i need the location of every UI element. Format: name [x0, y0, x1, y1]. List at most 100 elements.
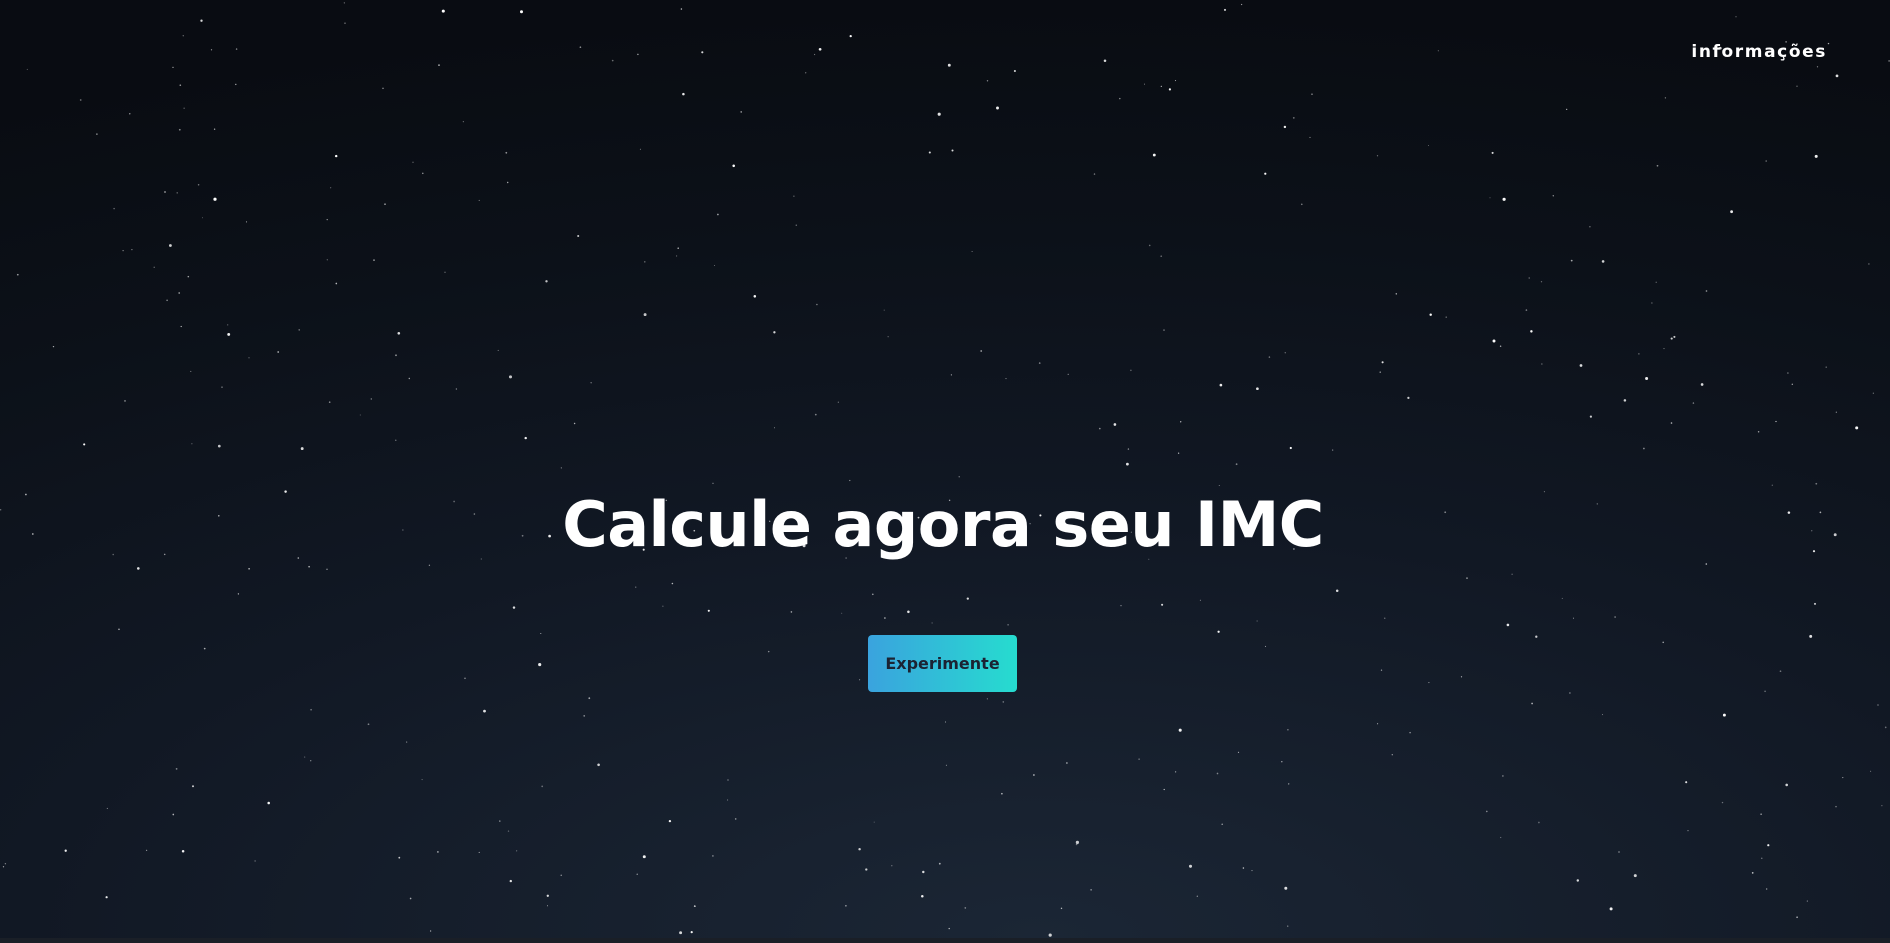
star	[1572, 617, 1575, 619]
star	[1007, 623, 1009, 626]
star	[153, 266, 155, 268]
star	[1538, 821, 1540, 824]
star	[344, 22, 346, 24]
star	[1662, 641, 1664, 644]
star	[429, 930, 432, 932]
star	[712, 482, 714, 484]
star	[310, 708, 312, 711]
star	[395, 439, 397, 441]
star	[818, 47, 822, 51]
star	[643, 313, 647, 317]
star	[1502, 197, 1506, 201]
star	[816, 303, 818, 306]
star	[805, 72, 807, 74]
star	[560, 467, 562, 469]
star	[1127, 448, 1130, 450]
star	[1067, 373, 1069, 376]
star	[1002, 701, 1005, 703]
star	[928, 151, 931, 154]
star	[1174, 771, 1177, 773]
star	[814, 53, 816, 56]
star	[1437, 50, 1439, 52]
star	[328, 401, 331, 403]
star	[937, 112, 941, 116]
star	[191, 785, 195, 788]
star	[1075, 843, 1078, 846]
star	[945, 764, 947, 766]
star	[1601, 260, 1605, 263]
star	[406, 741, 408, 743]
star	[395, 354, 397, 357]
nav-link-informacoes[interactable]: informações	[1691, 42, 1827, 62]
star	[635, 586, 637, 588]
star	[1113, 423, 1117, 426]
star	[1090, 889, 1092, 891]
star	[52, 345, 55, 348]
star	[662, 605, 664, 607]
star	[179, 84, 182, 86]
star	[373, 259, 375, 261]
star	[508, 375, 513, 379]
star	[1223, 8, 1227, 11]
star	[1466, 577, 1468, 579]
star	[573, 422, 576, 425]
star	[891, 865, 893, 867]
star	[497, 349, 499, 351]
star	[883, 309, 885, 311]
star	[1407, 396, 1410, 400]
star	[462, 121, 464, 123]
star	[682, 92, 685, 96]
star	[560, 874, 562, 876]
star	[1126, 462, 1129, 466]
star	[1332, 449, 1334, 451]
star	[1651, 302, 1653, 304]
star	[483, 709, 486, 713]
star	[1814, 154, 1818, 158]
star	[1144, 83, 1145, 85]
star	[583, 715, 586, 717]
star	[1645, 377, 1649, 380]
star	[1287, 925, 1289, 927]
star	[1188, 864, 1193, 868]
star	[1048, 933, 1052, 937]
star	[1284, 886, 1288, 890]
star	[2, 866, 5, 868]
star	[1381, 361, 1384, 364]
star	[1705, 563, 1708, 565]
star	[1872, 392, 1874, 394]
star	[1264, 172, 1267, 175]
star	[507, 830, 510, 832]
star	[1813, 602, 1817, 605]
star	[1855, 426, 1859, 430]
star	[1251, 870, 1253, 872]
star	[168, 244, 172, 247]
star	[1256, 387, 1259, 391]
experimente-button[interactable]: Experimente	[868, 635, 1017, 692]
star	[1289, 446, 1292, 450]
star	[113, 207, 115, 210]
star	[713, 264, 716, 267]
star	[516, 850, 518, 852]
star	[1614, 616, 1616, 618]
star	[1506, 623, 1510, 627]
star	[1180, 421, 1182, 423]
star	[334, 154, 338, 158]
star	[1530, 330, 1533, 333]
star	[951, 149, 954, 152]
star	[1541, 363, 1543, 365]
star	[1288, 783, 1290, 785]
star	[180, 325, 182, 328]
star	[1281, 760, 1283, 763]
star	[1569, 692, 1571, 694]
star	[298, 329, 300, 331]
star	[308, 565, 310, 568]
star	[1138, 758, 1140, 760]
star	[1511, 573, 1513, 575]
star	[849, 479, 851, 482]
star	[397, 331, 401, 335]
star	[1384, 617, 1386, 619]
star	[300, 447, 304, 451]
star	[398, 856, 401, 859]
star	[1579, 364, 1583, 367]
star	[1589, 415, 1592, 418]
